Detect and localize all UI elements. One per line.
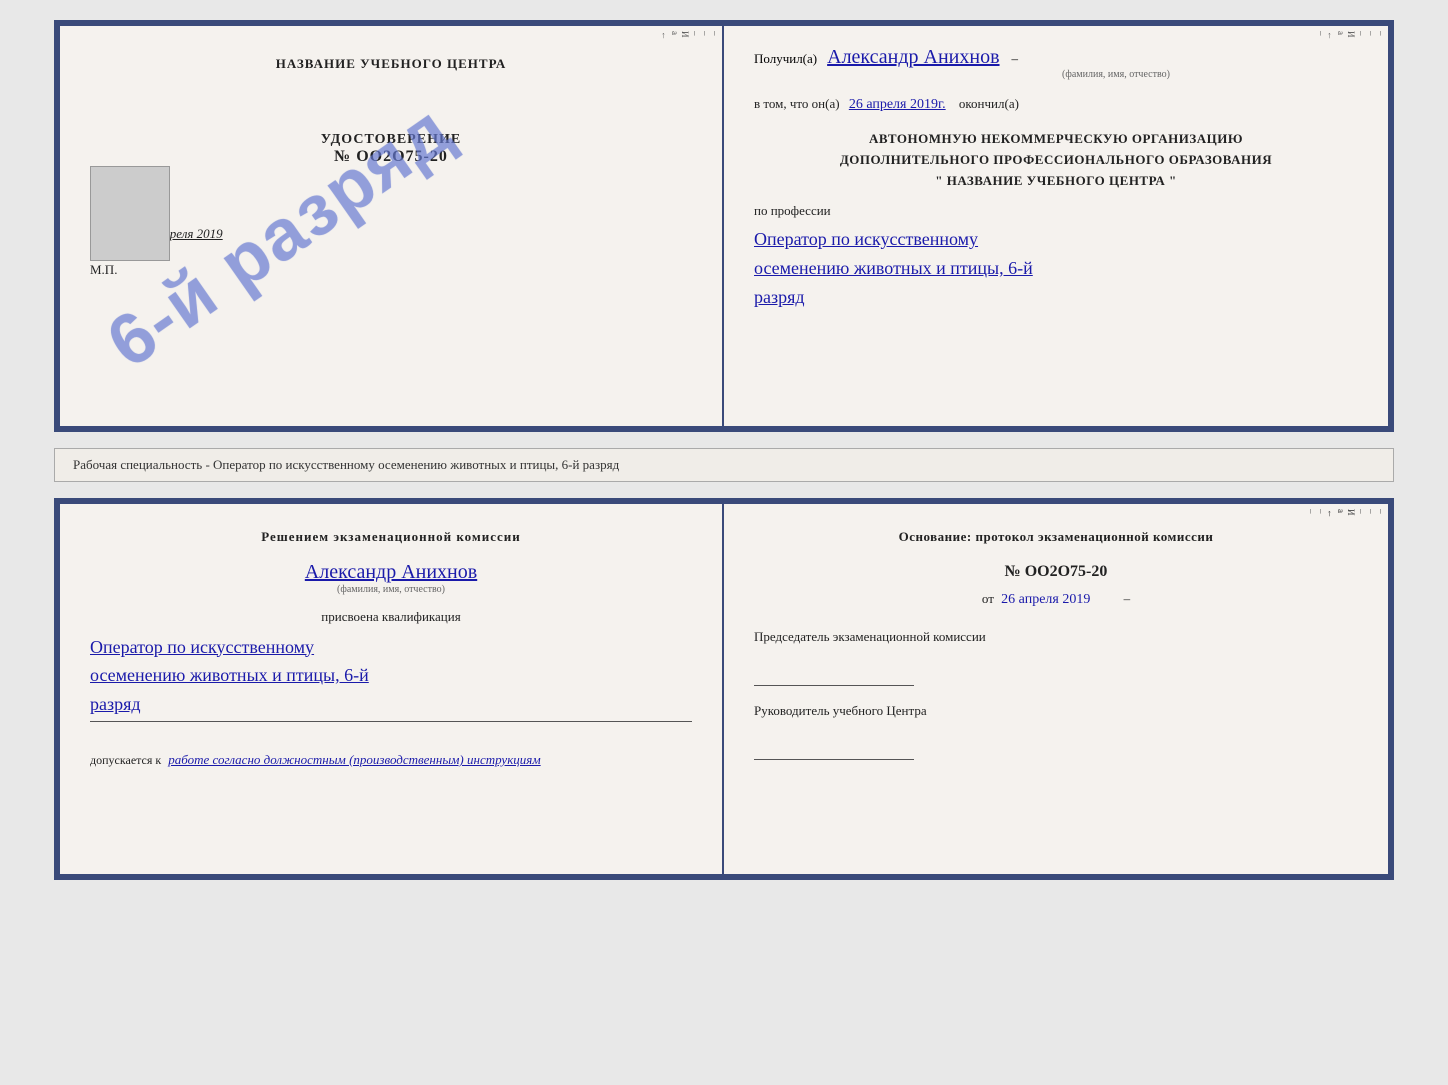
qual-line3: разряд: [90, 690, 692, 719]
vtom-row: в том, что он(а) 26 апреля 2019г. окончи…: [754, 96, 1358, 113]
ot-date-row: от 26 апреля 2019 –: [754, 591, 1358, 608]
vtom-label: в том, что он(а): [754, 96, 840, 111]
vydano-block: Выдано 26 апреля 2019: [90, 226, 692, 242]
org-line3: " НАЗВАНИЕ УЧЕБНОГО ЦЕНТРА ": [754, 171, 1358, 192]
profession-line1-top: Оператор по искусственному: [754, 225, 1358, 254]
udost-number: № OO2O75-20: [90, 148, 692, 166]
top-booklet-right: Получил(а) Александр Анихнов – (фамилия,…: [724, 26, 1388, 426]
predsedatel-block: Председатель экзаменационной комиссии: [754, 628, 1358, 686]
top-booklet: НАЗВАНИЕ УЧЕБНОГО ЦЕНТРА 6-й разряд УДОС…: [54, 20, 1394, 432]
qual-line2: осеменению животных и птицы, 6-й: [90, 661, 692, 690]
udost-label: УДОСТОВЕРЕНИЕ: [90, 132, 692, 148]
osnovanie-label: Основание: протокол экзаменационной коми…: [754, 529, 1358, 545]
poluchil-row: Получил(а) Александр Анихнов – (фамилия,…: [754, 46, 1358, 80]
fio-hint-top: (фамилия, имя, отчество): [874, 69, 1358, 80]
dopuskaetsya-block: допускается к работе согласно должностны…: [90, 752, 692, 768]
dopuskaetsya-label: допускается к: [90, 753, 161, 767]
side-dashes-top-right: – – – И а ← –: [1370, 26, 1388, 426]
org-line2: ДОПОЛНИТЕЛЬНОГО ПРОФЕССИОНАЛЬНОГО ОБРАЗО…: [754, 150, 1358, 171]
fio-hint-bottom: (фамилия, имя, отчество): [90, 584, 692, 595]
mp-label: М.П.: [90, 262, 692, 278]
rukovoditel-label: Руководитель учебного Центра: [754, 702, 1358, 720]
rukovoditel-sig-line: [754, 740, 914, 760]
recipient-name-top: Александр Анихнов: [827, 46, 999, 69]
bottom-booklet: Решением экзаменационной комиссии Алекса…: [54, 498, 1394, 880]
ot-label: от: [982, 591, 994, 606]
okonchil-label: окончил(а): [959, 96, 1019, 111]
dopuskaetsya-value: работе согласно должностным (производств…: [168, 752, 540, 767]
prisvoena-label: присвоена квалификация: [90, 609, 692, 625]
profession-line2-top: осеменению животных и птицы, 6-й: [754, 254, 1358, 283]
recipient-row-bottom: Александр Анихнов (фамилия, имя, отчеств…: [90, 561, 692, 595]
side-dashes-bottom-right: – – – И а ← – –: [1370, 504, 1388, 874]
protocol-number: № OO2O75-20: [754, 563, 1358, 581]
center-title: НАЗВАНИЕ УЧЕБНОГО ЦЕНТРА: [90, 56, 692, 72]
recipient-name-bottom: Александр Анихнов: [305, 561, 477, 584]
profession-line3-top: разряд: [754, 283, 1358, 312]
resheniem-label: Решением экзаменационной комиссии: [90, 529, 692, 545]
predsedatel-sig-line: [754, 666, 914, 686]
po-professii-label: по профессии: [754, 203, 1358, 219]
photo-placeholder: [90, 166, 170, 261]
profession-block-top: Оператор по искусственному осеменению жи…: [754, 225, 1358, 311]
bottom-booklet-right: Основание: протокол экзаменационной коми…: [724, 504, 1388, 874]
qual-line1: Оператор по искусственному: [90, 633, 692, 662]
field-divider: [90, 721, 692, 722]
side-dashes-top: – – – И а ←: [704, 26, 722, 426]
udost-block: УДОСТОВЕРЕНИЕ № OO2O75-20: [90, 132, 692, 166]
qualification-block: Оператор по искусственному осеменению жи…: [90, 633, 692, 719]
bottom-booklet-left: Решением экзаменационной комиссии Алекса…: [60, 504, 724, 874]
ot-date-value: 26 апреля 2019: [1001, 592, 1090, 607]
poluchil-label: Получил(а): [754, 51, 817, 66]
org-block: АВТОНОМНУЮ НЕКОММЕРЧЕСКУЮ ОРГАНИЗАЦИЮ ДО…: [754, 129, 1358, 191]
rukovoditel-block: Руководитель учебного Центра: [754, 702, 1358, 760]
date-value-top: 26 апреля 2019г.: [849, 97, 946, 112]
middle-label: Рабочая специальность - Оператор по иску…: [54, 448, 1394, 482]
org-line1: АВТОНОМНУЮ НЕКОММЕРЧЕСКУЮ ОРГАНИЗАЦИЮ: [754, 129, 1358, 150]
predsedatel-label: Председатель экзаменационной комиссии: [754, 628, 1358, 646]
top-booklet-left: НАЗВАНИЕ УЧЕБНОГО ЦЕНТРА 6-й разряд УДОС…: [60, 26, 724, 426]
